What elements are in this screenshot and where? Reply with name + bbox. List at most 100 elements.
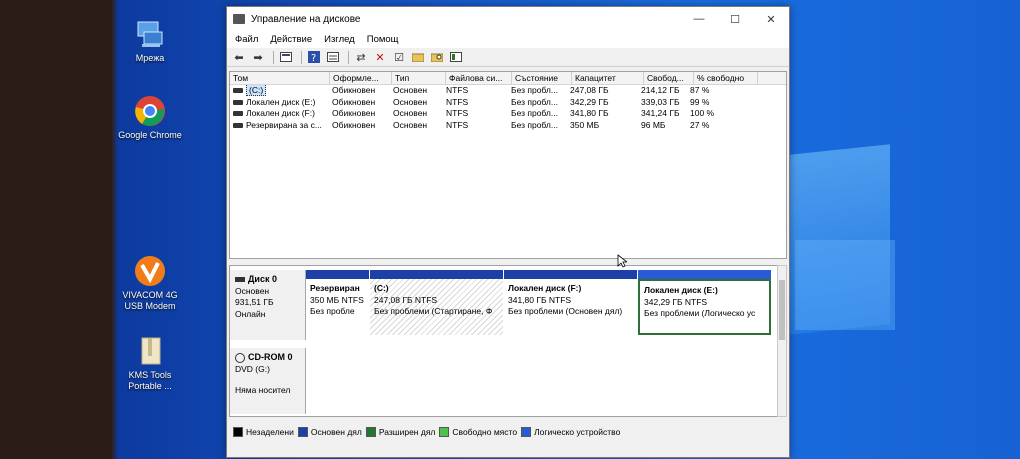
free-space-cell: 339,03 ГБ (641, 96, 680, 107)
filesystem-cell: NTFS (446, 96, 469, 107)
desktop-icon-vivacom[interactable]: VIVACOM 4G USB Modem (115, 255, 185, 312)
partition-status: Без пробле (310, 306, 355, 316)
disk-type: Основен (235, 285, 270, 296)
free-space-cell: 341,24 ГБ (641, 108, 680, 118)
disk-size: 931,51 ГБ (235, 297, 274, 307)
desktop-icon-kms[interactable]: KMS Tools Portable ... (115, 335, 185, 392)
forward-arrow-icon[interactable]: ➡ (250, 50, 266, 64)
back-arrow-icon[interactable]: ⬅ (231, 50, 247, 64)
menu-bar: Файл Действие Изглед Помощ (227, 31, 789, 48)
connect-icon[interactable]: ⇄ (353, 50, 369, 64)
menu-view[interactable]: Изглед (320, 34, 363, 45)
type-cell: Основен (393, 119, 428, 130)
cdrom-status: Няма носител (235, 385, 291, 395)
properties-icon[interactable] (278, 50, 294, 64)
layout-cell: Обикновен (332, 96, 376, 107)
table-row[interactable]: Локален диск (F:) Обикновен Основен NTFS… (230, 108, 786, 120)
partition-title: (C:) (374, 283, 389, 293)
percent-free-cell: 87 % (690, 85, 710, 95)
column-header[interactable]: Файлова си... (446, 72, 512, 84)
drive-icon (233, 122, 243, 128)
column-header[interactable]: Капацитет (572, 72, 644, 84)
table-row[interactable]: Резервирана за с... Обикновен Основен NT… (230, 120, 786, 132)
screen-bezel (0, 0, 112, 459)
cdrom-name: CD-ROM 0 (248, 352, 293, 362)
help-icon[interactable]: ? (306, 50, 322, 64)
capacity-cell: 341,80 ГБ (570, 108, 609, 118)
volume-name-cell: Локален диск (F:) (230, 108, 329, 120)
percent-free-cell: 27 % (690, 119, 710, 130)
desktop-icon-network[interactable]: Мрежа (115, 18, 185, 64)
status-cell: Без пробл... (511, 96, 558, 107)
check-icon[interactable]: ☑ (391, 50, 407, 64)
percent-free-cell: 99 % (690, 96, 710, 107)
close-button[interactable]: ✕ (753, 13, 789, 26)
partition-f[interactable]: Локален диск (F:) 341,80 ГБ NTFS Без про… (504, 270, 638, 340)
title-bar[interactable]: Управление на дискове — ☐ ✕ (227, 7, 789, 31)
desktop-icon-chrome[interactable]: Google Chrome (115, 95, 185, 141)
legend-swatch-logical (521, 427, 532, 437)
layout-cell: Обикновен (332, 119, 376, 130)
table-row[interactable]: (C:) Обикновен Основен NTFS Без пробл...… (230, 85, 786, 97)
menu-action[interactable]: Действие (266, 34, 320, 45)
disk-0-info[interactable]: Диск 0 Основен 931,51 ГБ Онлайн (230, 270, 306, 340)
settings-list-icon[interactable] (448, 50, 464, 64)
cdrom-type: DVD (G:) (235, 363, 270, 374)
partition-c[interactable]: (C:) 247,08 ГБ NTFS Без проблеми (Старти… (370, 270, 504, 340)
maximize-button[interactable]: ☐ (717, 13, 753, 26)
window-title: Управление на дискове (251, 13, 361, 25)
column-header[interactable]: Свобод... (644, 72, 694, 84)
delete-icon[interactable]: ✕ (372, 50, 388, 64)
partition-status: Без проблеми (Логическо ус (644, 308, 756, 318)
column-header[interactable]: Състояние (512, 72, 572, 84)
column-header[interactable]: % свободно (694, 72, 758, 84)
vertical-scrollbar[interactable] (777, 265, 787, 417)
free-space-cell: 214,12 ГБ (641, 85, 680, 95)
partition-e[interactable]: Локален диск (E:) 342,29 ГБ NTFS Без про… (638, 270, 772, 340)
toolbar-separator (273, 50, 274, 64)
vivacom-modem-icon (134, 255, 166, 287)
partition-reserved[interactable]: Резервиран 350 МБ NTFS Без пробле (306, 270, 370, 340)
type-cell: Основен (393, 108, 428, 118)
partition-title: Локален диск (E:) (644, 285, 718, 295)
cdrom-0-info[interactable]: CD-ROM 0 DVD (G:) Няма носител (230, 348, 306, 414)
disk-graphical-view: Диск 0 Основен 931,51 ГБ Онлайн Резервир… (229, 265, 779, 417)
type-cell: Основен (393, 96, 428, 107)
status-cell: Без пробл... (511, 119, 558, 130)
mouse-pointer-icon (617, 254, 627, 268)
column-header[interactable]: Тип (392, 72, 446, 84)
minimize-button[interactable]: — (681, 13, 717, 25)
column-header[interactable]: Том (230, 72, 330, 84)
table-row[interactable]: Локален диск (E:) Обикновен Основен NTFS… (230, 97, 786, 109)
legend-swatch-free (439, 427, 450, 437)
menu-file[interactable]: Файл (231, 34, 266, 45)
wallpaper-logo-lower (795, 240, 895, 330)
disk-management-window: Управление на дискове — ☐ ✕ Файл Действи… (226, 6, 790, 458)
toolbar: ⬅ ➡ ? ⇄ ✕ ☑ (227, 48, 789, 67)
column-header[interactable]: Оформле... (330, 72, 392, 84)
toolbar-separator (301, 50, 302, 64)
toolbar-separator (348, 50, 349, 64)
legend-swatch-unallocated (233, 427, 243, 437)
disk-management-icon (233, 14, 245, 24)
type-cell: Основен (393, 85, 428, 95)
legend-swatch-primary (297, 427, 308, 437)
cdrom-empty-area (306, 348, 778, 414)
partition-size: 247,08 ГБ NTFS (374, 294, 438, 305)
layout-cell: Обикновен (332, 108, 376, 118)
cdrom-0-row[interactable]: CD-ROM 0 DVD (G:) Няма носител (230, 348, 778, 414)
menu-help[interactable]: Помощ (363, 34, 407, 45)
open-folder-icon[interactable] (410, 50, 426, 64)
partition-status: Без проблеми (Основен дял) (508, 306, 623, 316)
desktop-icon-label: KMS Tools Portable ... (128, 370, 172, 391)
list-view-icon[interactable] (325, 50, 341, 64)
volume-name-cell: (C:) (230, 85, 329, 97)
scrollbar-thumb[interactable] (779, 280, 785, 340)
folder-archive-icon (134, 335, 166, 367)
search-folder-icon[interactable] (429, 50, 445, 64)
capacity-cell: 247,08 ГБ (570, 85, 609, 95)
drive-icon (233, 99, 243, 105)
disk-0-row[interactable]: Диск 0 Основен 931,51 ГБ Онлайн Резервир… (230, 270, 778, 340)
desktop-icon-label: Google Chrome (118, 130, 182, 140)
partition-status: Без проблеми (Стартиране, Ф (374, 306, 493, 316)
